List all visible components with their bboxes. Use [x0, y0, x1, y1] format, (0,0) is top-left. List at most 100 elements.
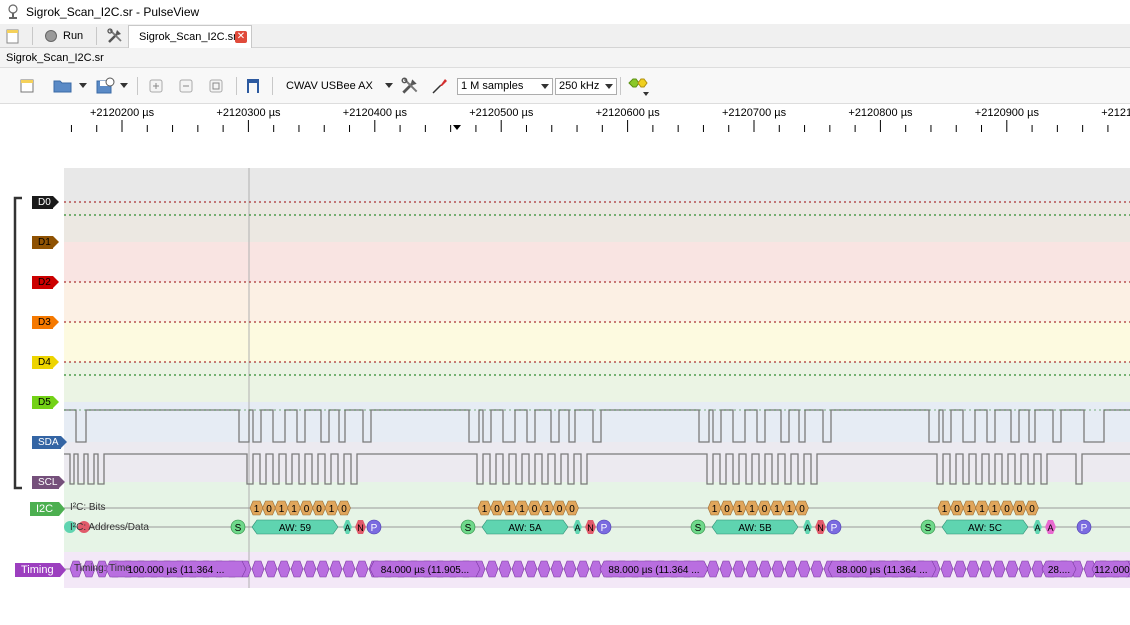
chevron-down-icon	[120, 83, 128, 88]
trace-band	[64, 402, 1130, 442]
i2c-bit-label: 0	[762, 504, 768, 515]
timing-interval-label: 112.000	[1094, 565, 1130, 576]
open-dropdown-arrow[interactable]	[78, 77, 88, 95]
ruler-time-label: +2121	[1101, 107, 1130, 119]
add-decoder-button[interactable]	[627, 77, 651, 96]
timing-segment-mark	[498, 560, 512, 578]
ruler-time-label: +2120700 µs	[722, 107, 787, 119]
tools-icon	[107, 28, 122, 43]
trace-view[interactable]: 1 0 1 1 0 0 1 0 1 0 1 1 0 1 0 0 1 0 1 1 0 1 1 0 1 0 1 1 1 0 0 0 S AW: 59 A…	[64, 168, 1130, 625]
i2c-address-label: AW: 5A	[508, 523, 542, 534]
timing-segment-mark	[784, 560, 798, 578]
close-tab-icon[interactable]: ✕	[235, 31, 247, 43]
sample-rate-value: 250 kHz	[559, 80, 600, 92]
i2c-bit-label: 1	[712, 504, 718, 515]
decoder-label-timing[interactable]: Timing	[15, 563, 66, 577]
channel-label-d3[interactable]: D3	[32, 316, 59, 329]
save-button[interactable]	[94, 77, 116, 95]
timing-segment-mark	[563, 560, 577, 578]
trace-band	[64, 168, 1130, 202]
i2c-start-label: S	[465, 523, 472, 534]
i2c-bit-label: 1	[749, 504, 755, 515]
i2c-bit-label: 0	[1017, 504, 1023, 515]
time-ruler[interactable]: +2120200 µs +2120300 µs +2120400 µs +212050…	[0, 104, 1130, 168]
i2c-stop-label: P	[601, 523, 608, 534]
timing-segment-mark	[810, 560, 824, 578]
settings-tab-button[interactable]	[106, 24, 124, 48]
timing-segment-mark	[771, 560, 785, 578]
new-session-button[interactable]	[6, 24, 19, 48]
device-dropdown-arrow[interactable]	[384, 77, 394, 95]
ruler-ticks: +2120200 µs +2120300 µs +2120400 µs +212050…	[70, 107, 1130, 132]
device-config-button[interactable]	[399, 77, 421, 95]
i2c-nack-label: N	[357, 523, 364, 533]
i2c-ack-label: A	[344, 523, 350, 533]
separator	[32, 27, 33, 45]
new-view-button[interactable]	[18, 77, 36, 95]
timing-segment-mark	[992, 560, 1006, 578]
zoom-fit-button[interactable]	[206, 77, 226, 95]
i2c-start-label: S	[695, 523, 702, 534]
window-title: Sigrok_Scan_I2C.sr - PulseView	[26, 5, 200, 19]
session-name: Sigrok_Scan_I2C.sr	[6, 52, 104, 64]
ruler-time-label: +2120400 µs	[343, 107, 408, 119]
run-button[interactable]: Run	[44, 24, 83, 48]
i2c-nack-label: A	[1047, 523, 1053, 533]
pulseview-window: Sigrok_Scan_I2C.sr - PulseView Run Sigro…	[0, 0, 1130, 625]
run-circle-icon	[45, 30, 57, 42]
channel-label-scl[interactable]: SCL	[32, 476, 67, 489]
channel-label-sda[interactable]: SDA	[32, 436, 67, 449]
save-dropdown-arrow[interactable]	[119, 77, 129, 95]
i2c-ack-label: A	[1034, 523, 1040, 533]
i2c-bit-label: 1	[737, 504, 743, 515]
i2c-bit-label: 0	[341, 504, 347, 515]
tab-bar: Run Sigrok_Scan_I2C.sr ✕	[0, 24, 1130, 48]
i2c-stop-label: P	[831, 523, 838, 534]
sample-rate-select[interactable]: 250 kHz	[555, 78, 617, 95]
trace-band	[64, 282, 1130, 322]
cursor-button[interactable]	[244, 77, 264, 95]
i2c-bit-label: 1	[482, 504, 488, 515]
timing-segment-mark	[1005, 560, 1019, 578]
i2c-stop-label: P	[371, 523, 378, 534]
i2c-bit-label: 1	[942, 504, 948, 515]
channel-label-d1[interactable]: D1	[32, 236, 59, 249]
i2c-start-label: S	[235, 523, 242, 534]
timing-segment-mark	[758, 560, 772, 578]
i2c-bit-label: 1	[992, 504, 998, 515]
decoder-label-i2c[interactable]: I2C	[30, 502, 66, 516]
zoom-in-button[interactable]	[146, 77, 166, 95]
i2c-bit-label: 1	[291, 504, 297, 515]
timing-segment-mark	[706, 560, 720, 578]
channel-label-text: D2	[38, 277, 51, 288]
zoom-out-button[interactable]	[176, 77, 196, 95]
separator	[96, 27, 97, 45]
trace-canvas: 1 0 1 1 0 0 1 0 1 0 1 1 0 1 0 0 1 0 1 1 0 1 1 0 1 0 1 1 1 0 0 0S AW: 59 A…	[64, 168, 1130, 588]
i2c-nack-label: N	[817, 523, 824, 533]
device-selector[interactable]: CWAV USBee AX	[286, 77, 378, 95]
timing-segment-mark	[1018, 560, 1032, 578]
probe-config-button[interactable]	[430, 77, 450, 95]
channel-label-d4[interactable]: D4	[32, 356, 59, 369]
tab-session[interactable]: Sigrok_Scan_I2C.sr ✕	[128, 25, 252, 48]
channel-label-d2[interactable]: D2	[32, 276, 59, 289]
session-name-bar: Sigrok_Scan_I2C.sr	[0, 48, 1130, 68]
timing-interval-label: 84.000 µs (11.905...	[381, 565, 469, 576]
i2c-bit-label: 0	[1029, 504, 1035, 515]
i2c-bit-label: 1	[279, 504, 285, 515]
i2c-address-label: AW: 5B	[738, 523, 772, 534]
sample-count-value: 1 M samples	[461, 80, 524, 92]
timing-segment-mark	[732, 560, 746, 578]
sample-count-select[interactable]: 1 M samples	[457, 78, 553, 95]
separator	[236, 77, 237, 95]
trace-band	[64, 242, 1130, 282]
i2c-bit-label: 1	[774, 504, 780, 515]
i2c-bit-label: 0	[954, 504, 960, 515]
channel-label-d5[interactable]: D5	[32, 396, 59, 409]
i2c-bit-label: 1	[507, 504, 513, 515]
zoom-fit-icon	[209, 79, 223, 93]
decoder-label-i2c-text: I2C	[36, 503, 54, 515]
channel-label-d0[interactable]: D0	[32, 196, 59, 209]
open-button[interactable]	[52, 77, 74, 95]
i2c-bit-label: 1	[787, 504, 793, 515]
